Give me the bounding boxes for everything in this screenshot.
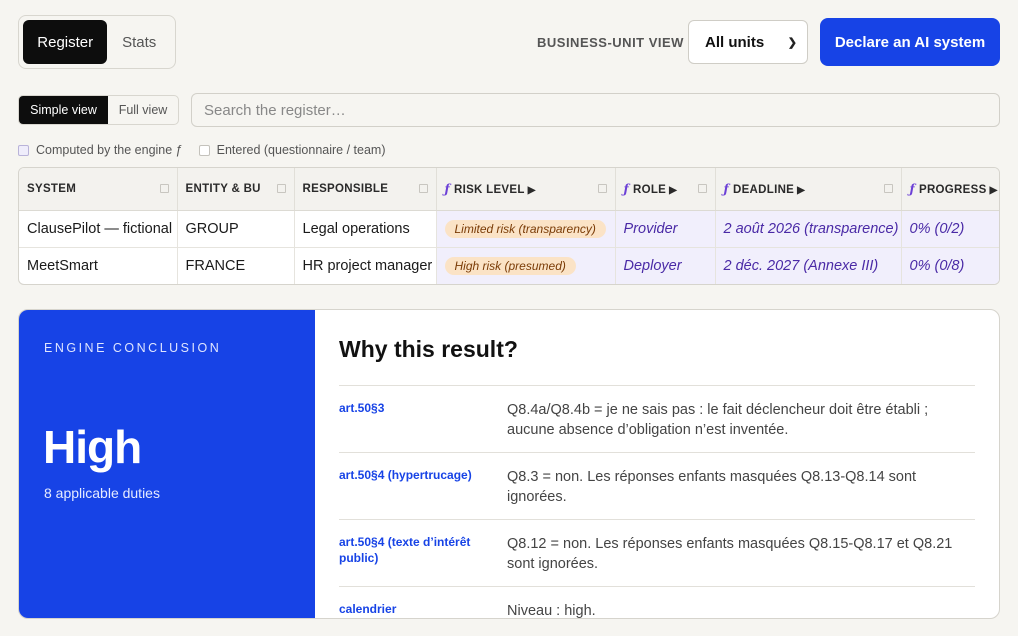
col-progress[interactable]: ƒ PROGRESS ▶ bbox=[901, 168, 999, 211]
reason-ref-link[interactable]: art.50§4 (texte d’intérêt public) bbox=[339, 534, 507, 574]
risk-level-value: High bbox=[43, 421, 142, 473]
reason-ref-link[interactable]: art.50§4 (hypertrucage) bbox=[339, 467, 507, 507]
business-unit-select[interactable]: All units ❯ bbox=[688, 20, 808, 64]
search-input[interactable] bbox=[204, 101, 999, 119]
cell-entity: GROUP bbox=[177, 210, 295, 248]
cell-progress: 0% (0/8) bbox=[901, 247, 999, 284]
column-toggle-icon[interactable] bbox=[883, 184, 893, 194]
engine-fx-icon: ƒ bbox=[623, 181, 629, 196]
register-table: SYSTEM ENTITY & BU RESPONSIBLE ƒ RISK LEV… bbox=[18, 167, 1000, 285]
reason-ref-link[interactable]: calendrier bbox=[339, 601, 507, 618]
business-unit-value: All units bbox=[705, 33, 765, 51]
chevron-down-icon: ❯ bbox=[787, 36, 797, 49]
cell-system: MeetSmart bbox=[19, 247, 178, 284]
col-entity[interactable]: ENTITY & BU bbox=[177, 168, 295, 211]
table-row[interactable]: ClausePilot — fictional GROUP Legal oper… bbox=[19, 210, 999, 248]
col-responsible[interactable]: RESPONSIBLE bbox=[294, 168, 437, 211]
sort-arrow-icon: ▶ bbox=[989, 184, 998, 196]
legend-entered-label: Entered (questionnaire / team) bbox=[216, 143, 386, 157]
col-risk[interactable]: ƒ RISK LEVEL ▶ bbox=[436, 168, 616, 211]
tab-stats[interactable]: Stats bbox=[107, 20, 171, 64]
cell-entity: FRANCE bbox=[177, 247, 295, 284]
sort-arrow-icon: ▶ bbox=[669, 184, 678, 196]
search-box bbox=[191, 93, 1000, 127]
cell-deadline: 2 déc. 2027 (Annexe III) bbox=[715, 247, 902, 284]
col-risk-label: RISK LEVEL bbox=[453, 183, 525, 196]
column-toggle-icon[interactable] bbox=[418, 184, 428, 194]
cell-system: ClausePilot — fictional bbox=[19, 210, 178, 248]
table-row[interactable]: MeetSmart FRANCE HR project manager High… bbox=[19, 247, 999, 284]
view-toggle: Simple view Full view bbox=[18, 95, 179, 125]
conclusion-summary: ENGINE CONCLUSION High 8 applicable duti… bbox=[19, 310, 315, 618]
risk-badge: Limited risk (transparency) bbox=[444, 219, 606, 238]
reason-ref-link[interactable]: art.50§3 bbox=[339, 400, 507, 440]
column-toggle-icon[interactable] bbox=[276, 184, 286, 194]
entered-swatch bbox=[198, 144, 210, 156]
col-responsible-label: RESPONSIBLE bbox=[302, 182, 389, 195]
cell-risk: Limited risk (transparency) bbox=[436, 210, 616, 248]
reason-text: Niveau : high. bbox=[507, 603, 596, 619]
reason-item: art.50§4 (hypertrucage) Q8.3 = non. Les … bbox=[339, 452, 975, 519]
cell-role: Provider bbox=[615, 210, 716, 248]
computed-swatch bbox=[18, 144, 29, 156]
reason-text: Q8.3 = non. Les réponses enfants masquée… bbox=[507, 469, 917, 505]
risk-badge: High risk (presumed) bbox=[444, 256, 576, 275]
legend-entered: Entered (questionnaire / team) bbox=[198, 143, 386, 157]
business-unit-label: BUSINESS-UNIT VIEW bbox=[537, 35, 684, 50]
tab-register[interactable]: Register bbox=[23, 20, 108, 64]
reason-item: calendrier Niveau : high. bbox=[339, 586, 975, 619]
cell-risk: High risk (presumed) bbox=[436, 247, 616, 284]
reason-item: art.50§4 (texte d’intérêt public) Q8.12 … bbox=[339, 519, 975, 586]
sort-arrow-icon: ▶ bbox=[797, 184, 806, 196]
top-tabs: Register Stats bbox=[18, 15, 176, 69]
legend-computed: Computed by the engine ƒ bbox=[18, 143, 183, 157]
declare-ai-system-button[interactable]: Declare an AI system bbox=[820, 18, 1000, 66]
simple-view-button[interactable]: Simple view bbox=[19, 96, 108, 124]
col-progress-label: PROGRESS bbox=[918, 183, 987, 196]
duties-count: 8 applicable duties bbox=[44, 485, 160, 501]
col-role-label: ROLE bbox=[632, 183, 667, 196]
cell-deadline: 2 août 2026 (transparence) bbox=[715, 210, 902, 248]
engine-fx-icon: ƒ bbox=[909, 181, 915, 196]
table-header-row: SYSTEM ENTITY & BU RESPONSIBLE ƒ RISK LEV… bbox=[19, 168, 999, 211]
engine-conclusion-card: ENGINE CONCLUSION High 8 applicable duti… bbox=[18, 309, 1000, 619]
reason-text: Q8.12 = non. Les réponses enfants masqué… bbox=[507, 536, 953, 572]
cell-progress: 0% (0/2) bbox=[901, 210, 999, 248]
why-title: Why this result? bbox=[339, 336, 518, 362]
full-view-button[interactable]: Full view bbox=[108, 96, 178, 124]
col-system-label: SYSTEM bbox=[27, 182, 77, 195]
column-toggle-icon[interactable] bbox=[697, 184, 707, 194]
column-toggle-icon[interactable] bbox=[159, 184, 169, 194]
col-deadline-label: DEADLINE bbox=[732, 183, 795, 196]
engine-fx-icon: ƒ bbox=[444, 181, 450, 196]
engine-fx-icon: ƒ bbox=[723, 181, 729, 196]
reason-item: art.50§3 Q8.4a/Q8.4b = je ne sais pas : … bbox=[339, 385, 975, 452]
col-system[interactable]: SYSTEM bbox=[19, 168, 178, 211]
col-role[interactable]: ƒ ROLE ▶ bbox=[615, 168, 716, 211]
legend: Computed by the engine ƒ Entered (questi… bbox=[18, 143, 401, 157]
cell-responsible: Legal operations bbox=[294, 210, 437, 248]
sort-arrow-icon: ▶ bbox=[527, 184, 536, 196]
cell-responsible: HR project manager bbox=[294, 247, 437, 284]
legend-computed-label: Computed by the engine ƒ bbox=[36, 143, 183, 157]
col-entity-label: ENTITY & BU bbox=[185, 182, 261, 195]
col-deadline[interactable]: ƒ DEADLINE ▶ bbox=[715, 168, 902, 211]
cell-role: Deployer bbox=[615, 247, 716, 284]
why-panel: Why this result? art.50§3 Q8.4a/Q8.4b = … bbox=[315, 310, 999, 618]
column-toggle-icon[interactable] bbox=[597, 184, 607, 194]
reason-text: Q8.4a/Q8.4b = je ne sais pas : le fait d… bbox=[507, 402, 929, 438]
conclusion-kicker: ENGINE CONCLUSION bbox=[44, 341, 222, 355]
